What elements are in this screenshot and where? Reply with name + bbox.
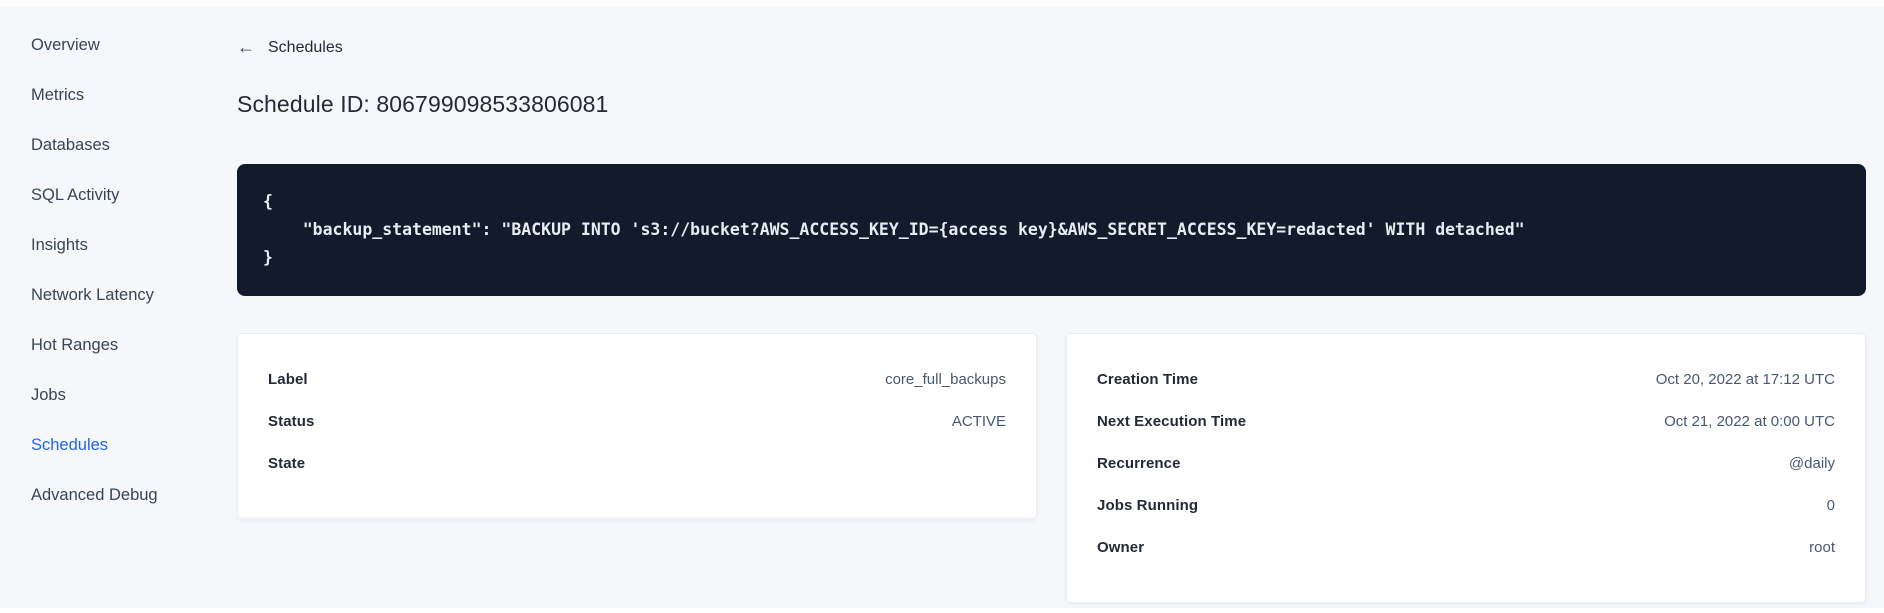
sidebar-item-label: Schedules: [31, 436, 109, 454]
detail-row-value: Oct 20, 2022 at 17:12 UTC: [1655, 370, 1835, 388]
detail-row: Creation Time Oct 20, 2022 at 17:12 UTC: [1097, 358, 1835, 400]
detail-row: Next Execution Time Oct 21, 2022 at 0:00…: [1097, 400, 1835, 442]
sidebar-item-label: Hot Ranges: [31, 336, 119, 354]
code-line: }: [263, 248, 273, 267]
sidebar-item-label: Jobs: [31, 386, 66, 404]
window-top-edge: [0, 0, 1884, 6]
detail-row-value: Oct 21, 2022 at 0:00 UTC: [1664, 412, 1835, 430]
schedule-detail-card: Label core_full_backups Status ACTIVE St…: [237, 333, 1037, 519]
back-link-label: Schedules: [268, 39, 343, 56]
sidebar-item[interactable]: Network Latency: [31, 287, 237, 304]
sidebar-item[interactable]: Metrics: [31, 87, 237, 104]
sidebar-item[interactable]: Overview: [31, 37, 237, 54]
detail-cards: Label core_full_backups Status ACTIVE St…: [237, 333, 1866, 603]
detail-row-label: Jobs Running: [1097, 496, 1199, 514]
detail-row-value: 0: [1826, 496, 1835, 514]
sidebar-nav: Overview Metrics Databases SQL Activity …: [0, 0, 237, 613]
sidebar-item[interactable]: Jobs: [31, 387, 237, 404]
detail-row: State: [268, 442, 1006, 484]
window-bottom-edge: [0, 608, 1884, 613]
main-content: ← Schedules Schedule ID: 806799098533806…: [237, 0, 1884, 613]
sidebar-item[interactable]: SQL Activity: [31, 187, 237, 204]
detail-row-label: State: [268, 454, 306, 472]
detail-row-label: Creation Time: [1097, 370, 1199, 388]
sidebar-item[interactable]: Schedules: [31, 437, 237, 454]
page-title: Schedule ID: 806799098533806081: [237, 91, 609, 117]
detail-row-label: Owner: [1097, 538, 1145, 556]
detail-row-label: Recurrence: [1097, 454, 1181, 472]
sidebar-item-label: Databases: [31, 136, 110, 154]
sidebar-item[interactable]: Advanced Debug: [31, 487, 237, 504]
detail-row: Jobs Running 0: [1097, 484, 1835, 526]
detail-row: Label core_full_backups: [268, 358, 1006, 400]
sidebar-item-label: Network Latency: [31, 286, 154, 304]
code-line: "backup_statement": "BACKUP INTO 's3://b…: [263, 220, 1525, 239]
sidebar-item-label: Insights: [31, 236, 88, 254]
detail-row-value: root: [1809, 538, 1835, 556]
detail-row-value: ACTIVE: [951, 412, 1006, 430]
detail-row-value: @daily: [1788, 454, 1835, 472]
sidebar-item-label: Overview: [31, 36, 100, 54]
schedule-meta-card: Creation Time Oct 20, 2022 at 17:12 UTC …: [1066, 333, 1866, 603]
detail-row: Status ACTIVE: [268, 400, 1006, 442]
sidebar-item[interactable]: Hot Ranges: [31, 337, 237, 354]
sidebar-item-label: SQL Activity: [31, 186, 120, 204]
sidebar-item[interactable]: Databases: [31, 137, 237, 154]
sidebar-item[interactable]: Insights: [31, 237, 237, 254]
detail-row: Recurrence @daily: [1097, 442, 1835, 484]
page: Overview Metrics Databases SQL Activity …: [0, 0, 1884, 613]
detail-row-value: core_full_backups: [885, 370, 1006, 388]
back-arrow-icon: ←: [237, 37, 255, 57]
sidebar-item-label: Advanced Debug: [31, 486, 158, 504]
detail-row-label: Status: [268, 412, 315, 430]
sidebar-item-label: Metrics: [31, 86, 85, 104]
detail-row: Owner root: [1097, 526, 1835, 568]
detail-row-label: Next Execution Time: [1097, 412, 1247, 430]
schedule-statement-code-block: { "backup_statement": "BACKUP INTO 's3:/…: [237, 164, 1866, 296]
code-line: {: [263, 192, 273, 211]
back-link[interactable]: ← Schedules: [237, 37, 343, 58]
detail-row-label: Label: [268, 370, 308, 388]
